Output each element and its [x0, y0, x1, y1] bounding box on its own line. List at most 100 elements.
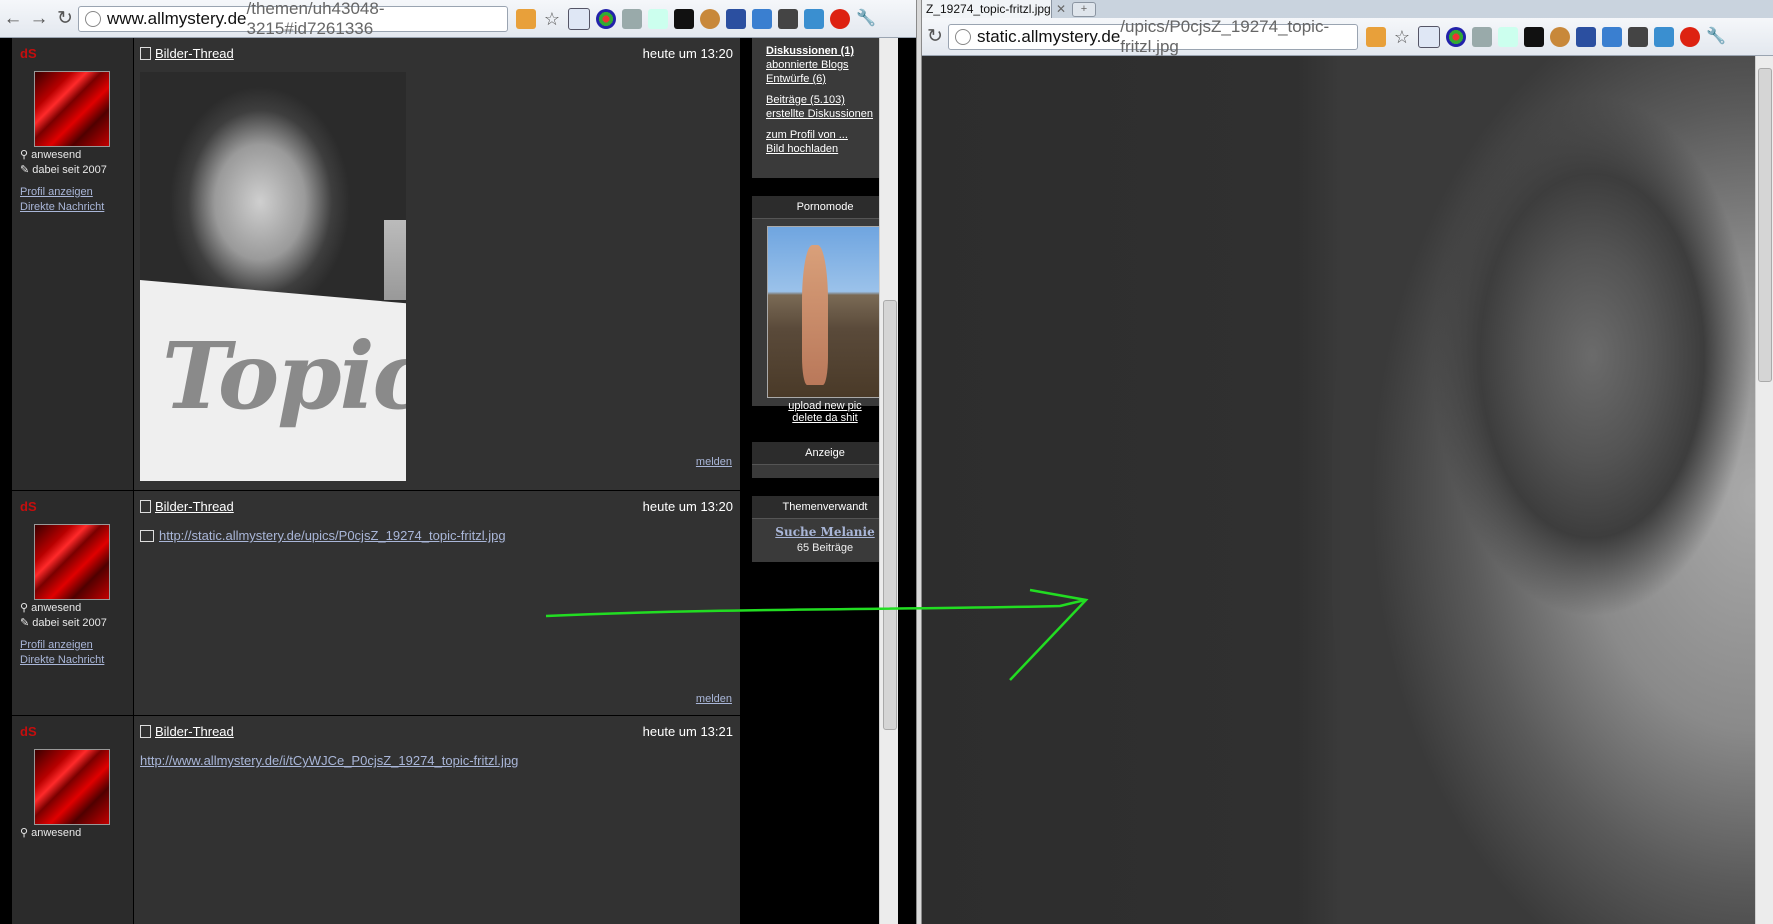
- related-thread-link[interactable]: Suche Melanie: [752, 525, 898, 539]
- thread-link[interactable]: Bilder-Thread: [140, 46, 234, 61]
- cookie-icon[interactable]: [700, 8, 720, 29]
- wrench-icon[interactable]: 🔧: [856, 9, 876, 29]
- url-path: /upics/P0cjsZ_19274_topic-fritzl.jpg: [1120, 16, 1330, 56]
- user-menu: Diskussionen (1) abonnierte Blogs Entwür…: [752, 38, 898, 178]
- username[interactable]: dS: [20, 499, 37, 514]
- member-since: ✎ dabei seit 2007: [20, 164, 107, 176]
- blogs-link[interactable]: abonnierte Blogs: [752, 58, 898, 72]
- direct-message-link[interactable]: Direkte Nachricht: [20, 201, 104, 213]
- puzzle-icon[interactable]: [622, 8, 642, 29]
- profile-link[interactable]: Profil anzeigen: [20, 639, 93, 651]
- thread-link[interactable]: Bilder-Thread: [140, 724, 234, 739]
- left-browser-window: ← → ↻ www.allmystery.de /themen/uh43048-…: [0, 0, 921, 924]
- drafts-link[interactable]: Entwürfe (6): [752, 72, 898, 86]
- right-address-bar[interactable]: static.allmystery.de /upics/P0cjsZ_19274…: [948, 17, 1358, 56]
- arrow-line: [545, 598, 1087, 618]
- skype-icon[interactable]: [804, 8, 824, 29]
- thread-icon: [140, 500, 151, 513]
- new-tab-icon[interactable]: +: [1072, 2, 1096, 17]
- grid-icon[interactable]: [1628, 26, 1648, 47]
- right-scroll-thumb[interactable]: [1758, 68, 1772, 382]
- extension-icon[interactable]: [516, 8, 536, 29]
- profile-link[interactable]: Profil anzeigen: [20, 186, 93, 198]
- edit-icon[interactable]: [1498, 26, 1518, 47]
- skype-icon[interactable]: [1654, 26, 1674, 47]
- globe-icon: [955, 28, 971, 45]
- ad-box: Anzeige: [752, 442, 898, 478]
- post-content: Bilder-Thread heute um 13:21 http://www.…: [134, 716, 740, 924]
- figure-shape: [802, 245, 828, 385]
- reload-icon[interactable]: ↻: [922, 24, 948, 50]
- door-handle: [384, 220, 406, 300]
- wrench-icon[interactable]: 🔧: [1706, 27, 1726, 47]
- avatar[interactable]: [34, 71, 110, 147]
- thread-icon: [140, 47, 151, 60]
- grid-icon[interactable]: [778, 8, 798, 29]
- status-text: ⚲ anwesend: [20, 149, 82, 161]
- pornomode-box: Pornomode upload new pic delete da shit: [752, 196, 898, 424]
- left-toolbar: ← → ↻ www.allmystery.de /themen/uh43048-…: [0, 0, 921, 38]
- avatar[interactable]: [34, 749, 110, 825]
- bookmark-star-icon[interactable]: ☆: [542, 9, 562, 29]
- upload-new-link[interactable]: upload new pic: [752, 400, 898, 412]
- reload-icon[interactable]: ↻: [52, 6, 78, 32]
- forum-post: dS ⚲ anwesend ✎ dabei seit 2007 Profil a…: [12, 38, 740, 491]
- status-text: ⚲ anwesend: [20, 827, 82, 839]
- image-link[interactable]: http://www.allmystery.de/i/tCyWJCe_P0cjs…: [140, 753, 518, 768]
- sign-text: Topic: [162, 322, 406, 430]
- info-icon[interactable]: [674, 8, 694, 29]
- extension-icon[interactable]: [1366, 26, 1386, 47]
- profile-of-link[interactable]: zum Profil von ...: [752, 128, 898, 142]
- direct-message-link[interactable]: Direkte Nachricht: [20, 654, 104, 666]
- tab-close-icon[interactable]: ✕: [1056, 2, 1066, 16]
- mail-icon[interactable]: [1576, 26, 1596, 47]
- color-wheel-icon[interactable]: [596, 8, 616, 29]
- left-address-bar[interactable]: www.allmystery.de /themen/uh43048-3215#i…: [78, 0, 508, 38]
- thread-icon: [140, 725, 151, 738]
- posts-link[interactable]: Beiträge (5.103): [752, 93, 898, 107]
- post-content: Bilder-Thread heute um 13:20 Topic melde…: [134, 38, 740, 490]
- username[interactable]: dS: [20, 724, 37, 739]
- upload-image-link[interactable]: Bild hochladen: [752, 142, 898, 156]
- image-link[interactable]: http://static.allmystery.de/upics/P0cjsZ…: [140, 528, 506, 543]
- post-image[interactable]: Topic: [140, 72, 406, 481]
- cookie-icon[interactable]: [1550, 26, 1570, 47]
- right-browser-window: Z_19274_topic-fritzl.jpg ✕ + ↻ static.al…: [922, 0, 1773, 924]
- image-tab[interactable]: Z_19274_topic-fritzl.jpg: [922, 0, 1052, 18]
- stop-icon[interactable]: [1680, 26, 1700, 47]
- pi-extension-icon[interactable]: [568, 7, 590, 30]
- post-time: heute um 13:21: [642, 724, 733, 739]
- right-scrollbar[interactable]: [1755, 56, 1773, 924]
- back-icon[interactable]: ←: [0, 6, 26, 32]
- info-icon[interactable]: [1524, 26, 1544, 47]
- pi-extension-icon[interactable]: [1418, 25, 1440, 48]
- left-scrollbar[interactable]: [879, 38, 898, 924]
- color-wheel-icon[interactable]: [1446, 26, 1466, 47]
- post-time: heute um 13:20: [642, 499, 733, 514]
- related-count: 65 Beiträge: [796, 542, 854, 554]
- report-link[interactable]: melden: [696, 456, 732, 468]
- bookmark-star-icon[interactable]: ☆: [1392, 27, 1412, 47]
- image-viewer[interactable]: [922, 56, 1756, 924]
- related-title: Themenverwandt: [752, 496, 898, 519]
- avatar[interactable]: [34, 524, 110, 600]
- status-text: ⚲ anwesend: [20, 602, 82, 614]
- created-discussions-link[interactable]: erstellte Diskussionen: [752, 107, 898, 121]
- calendar-icon[interactable]: [1602, 26, 1622, 47]
- globe-icon: [85, 10, 101, 27]
- calendar-icon[interactable]: [752, 8, 772, 29]
- mail-icon[interactable]: [726, 8, 746, 29]
- edit-icon[interactable]: [648, 8, 668, 29]
- forward-icon[interactable]: →: [26, 6, 52, 32]
- thread-link[interactable]: Bilder-Thread: [140, 499, 234, 514]
- delete-link[interactable]: delete da shit: [752, 412, 898, 424]
- sidebar-image[interactable]: [767, 226, 883, 398]
- external-link-icon: [140, 529, 154, 542]
- username[interactable]: dS: [20, 46, 37, 61]
- ad-title: Anzeige: [752, 442, 898, 465]
- right-toolbar: ↻ static.allmystery.de /upics/P0cjsZ_192…: [922, 17, 1773, 56]
- discussions-link[interactable]: Diskussionen (1): [752, 44, 898, 58]
- stop-icon[interactable]: [830, 8, 850, 29]
- related-box: Themenverwandt Suche Melanie 65 Beiträge: [752, 496, 898, 562]
- puzzle-icon[interactable]: [1472, 26, 1492, 47]
